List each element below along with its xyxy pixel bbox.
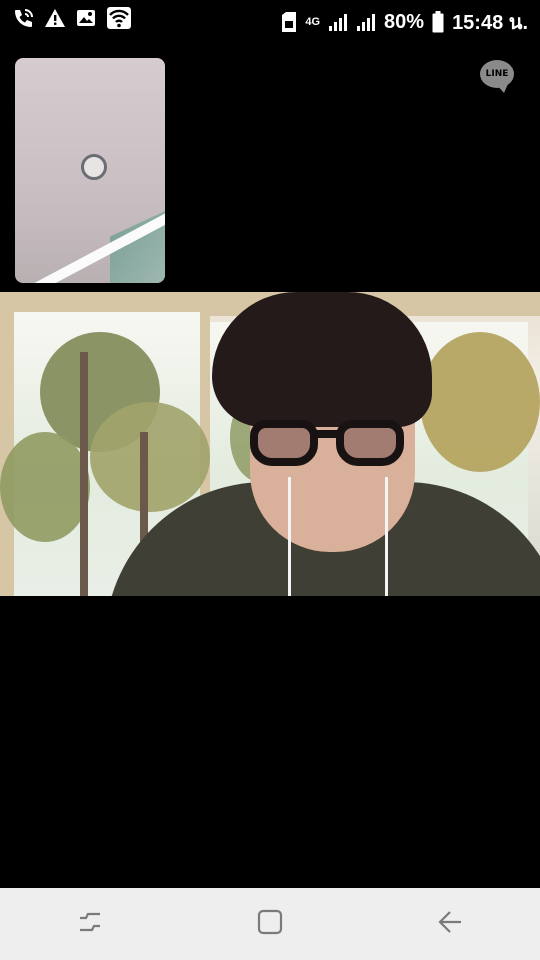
remote-video[interactable] — [0, 292, 540, 596]
navigation-bar — [0, 888, 540, 960]
battery-percent: 80% — [384, 10, 425, 33]
battery-icon — [432, 11, 444, 33]
recent-apps-icon — [76, 908, 104, 941]
line-logo-icon: LINE — [480, 60, 516, 96]
home-icon — [256, 908, 284, 941]
tree-foliage — [420, 332, 540, 472]
status-left — [12, 6, 132, 30]
signal-icon — [356, 13, 376, 31]
status-right: 4G 80% 15:48 น. — [281, 6, 528, 38]
earbud-cable — [385, 477, 388, 596]
wifi-icon — [106, 6, 132, 30]
ceiling-lamp — [81, 154, 107, 180]
sim-icon — [281, 12, 297, 32]
network-type: 4G — [305, 16, 321, 28]
recent-apps-button[interactable] — [60, 894, 120, 954]
glasses-left-lens — [250, 420, 318, 466]
status-bar: 4G 80% 15:48 น. — [0, 0, 540, 36]
tree-foliage — [90, 402, 210, 512]
clock: 15:48 น. — [452, 12, 528, 34]
tree-foliage — [0, 432, 90, 542]
glasses-bridge — [312, 430, 342, 438]
back-icon — [436, 908, 464, 941]
earbud-cable — [288, 477, 291, 596]
image-icon — [76, 9, 96, 27]
glasses-right-lens — [336, 420, 404, 466]
warning-icon — [44, 8, 66, 28]
wifi-calling-icon — [12, 7, 34, 29]
tree-trunk — [80, 352, 88, 596]
signal-icon — [328, 13, 348, 31]
back-button[interactable] — [420, 894, 480, 954]
home-button[interactable] — [240, 894, 300, 954]
self-video-preview[interactable] — [15, 58, 165, 283]
person-hair — [212, 292, 432, 427]
